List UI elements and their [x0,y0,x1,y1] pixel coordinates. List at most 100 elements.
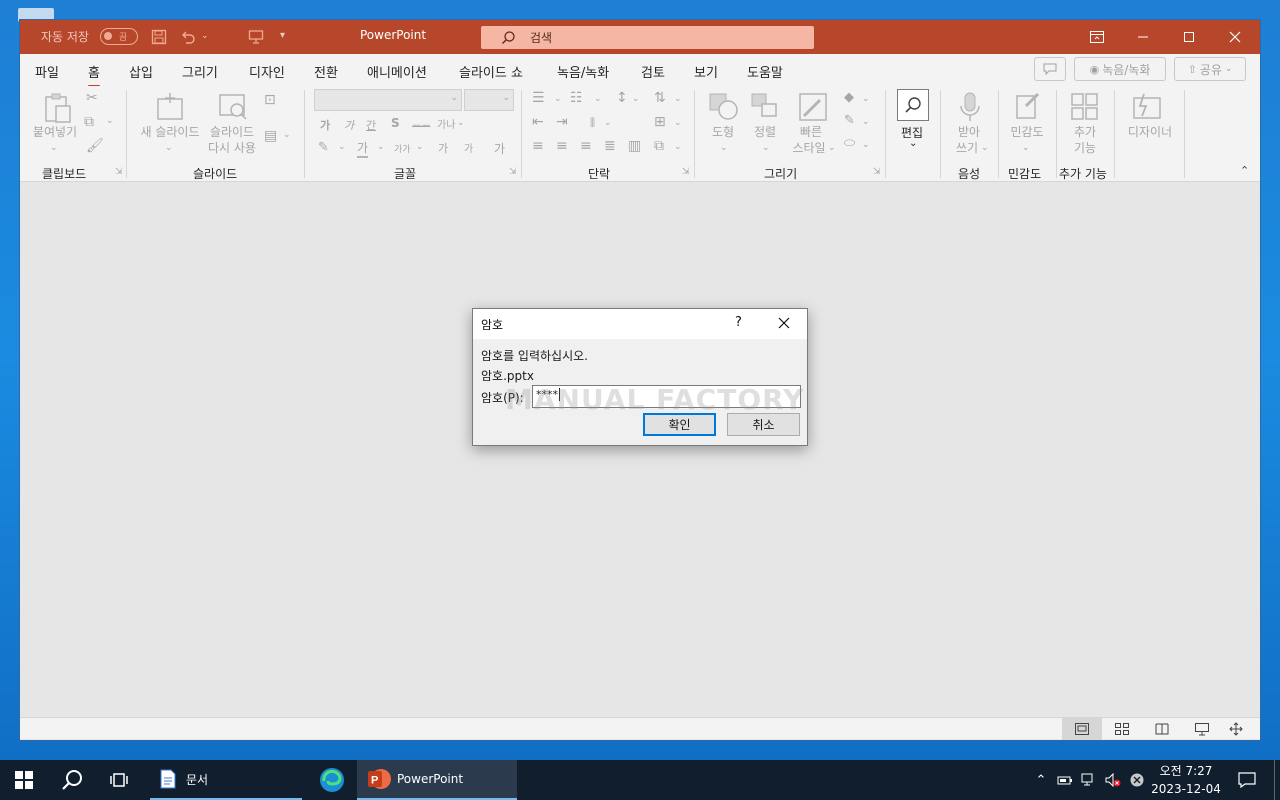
find-button[interactable] [897,89,929,121]
section-dropdown-icon[interactable]: ⌄ [283,130,291,140]
italic-button[interactable]: 가 [344,117,354,133]
paste-icon[interactable] [42,92,74,124]
shape-fill-icon[interactable]: ◆ [844,90,854,105]
underline-button[interactable]: 간 [366,117,376,133]
close-button[interactable] [1212,20,1258,54]
dictate-label-1[interactable]: 받아 [954,124,984,140]
reuse-slides-icon[interactable] [218,92,250,122]
strikethrough-button[interactable]: ᅲᅲ [412,117,430,132]
dialog-launcher-icon[interactable]: ⇲ [682,167,690,177]
chevron-down-icon[interactable]: ⌄ [554,94,562,104]
customize-toolbar-icon[interactable]: ▾ [280,30,285,41]
shape-effects-icon[interactable]: ⬭ [844,136,855,151]
font-size-select[interactable]: ⌄ [464,89,514,111]
chevron-down-icon[interactable]: ⌄ [674,118,682,128]
tab-file[interactable]: 파일 [35,62,59,81]
chevron-down-icon[interactable]: ⌄ [594,94,602,104]
paste-dropdown-icon[interactable]: ⌄ [50,140,58,156]
dialog-launcher-icon[interactable]: ⇲ [873,167,881,177]
chevron-down-icon[interactable]: ⌄ [457,118,465,128]
format-painter-icon[interactable]: 🖌 [86,138,104,154]
numbering-icon[interactable]: ☷ [570,90,583,106]
chevron-down-icon[interactable]: ⌄ [762,140,770,156]
dialog-launcher-icon[interactable]: ⇲ [509,167,517,177]
add-ins-icon[interactable] [1070,92,1100,122]
chevron-down-icon[interactable]: ⌄ [720,140,728,156]
add-ins-label-1[interactable]: 추가 [1070,124,1100,140]
shadow-button[interactable]: S [391,116,400,130]
undo-dropdown-icon[interactable]: ⌄ [201,31,209,41]
ribbon-display-icon[interactable] [1074,20,1120,54]
notification-x-icon[interactable] [1126,760,1148,800]
battery-icon[interactable] [1054,760,1076,800]
chevron-down-icon[interactable]: ⌄ [1022,140,1030,156]
tab-help[interactable]: 도움말 [747,62,783,81]
normal-view-icon[interactable] [1062,718,1102,740]
record-button[interactable]: ◉ 녹음/녹화 [1074,57,1166,81]
increase-indent-icon[interactable]: ⇥ [556,114,568,130]
presentation-icon[interactable] [248,29,264,45]
comments-button[interactable] [1034,57,1066,81]
designer-label[interactable]: 디자이너 [1120,124,1180,140]
font-color-button[interactable]: 가 [357,139,369,158]
password-input[interactable]: **** [532,385,801,408]
quick-styles-label-1[interactable]: 빠른 [790,124,832,140]
designer-icon[interactable] [1132,92,1164,122]
align-center-icon[interactable]: ≡ [556,138,568,154]
chevron-down-icon[interactable]: ⌄ [981,140,989,156]
microphone-icon[interactable] [958,92,982,124]
paste-label[interactable]: 붙여넣기 [30,124,80,140]
sensitivity-label[interactable]: 민감도 [1006,124,1048,140]
close-icon[interactable] [778,317,790,329]
start-button[interactable] [12,760,36,800]
columns-icon[interactable]: ⫼ [590,116,595,130]
change-case-button[interactable]: 가가 [394,142,411,155]
copy-icon[interactable]: ⧉ [84,114,94,130]
taskbar-item-edge[interactable] [318,760,346,800]
layout-icon[interactable]: ⊡ [264,92,276,108]
tab-review[interactable]: 검토 [641,62,665,81]
tab-draw[interactable]: 그리기 [182,62,218,81]
search-button[interactable] [60,760,84,800]
sensitivity-icon[interactable] [1014,92,1042,122]
chevron-down-icon[interactable]: ⌄ [828,140,836,156]
text-direction-icon[interactable]: ⇅ [654,90,666,106]
tab-home[interactable]: 홈 [88,62,100,88]
chevron-down-icon[interactable]: ⌄ [416,142,424,152]
chevron-down-icon[interactable]: ⌄ [377,142,385,152]
autosave-toggle[interactable]: 끔 [100,28,138,45]
section-icon[interactable]: ▤ [264,128,277,144]
new-slide-icon[interactable] [154,92,186,122]
show-desktop-button[interactable] [1274,760,1280,800]
tab-design[interactable]: 디자인 [249,62,285,81]
shape-outline-icon[interactable]: ✎ [844,113,855,128]
cancel-button[interactable]: 취소 [727,413,800,436]
show-hidden-icons[interactable]: ⌃ [1030,760,1052,800]
slide-sorter-icon[interactable] [1102,718,1142,740]
chevron-down-icon[interactable]: ⌄ [674,94,682,104]
decrease-indent-icon[interactable]: ⇤ [532,114,544,130]
align-right-icon[interactable]: ≡ [580,138,592,154]
bullets-icon[interactable]: ☰ [532,90,545,106]
search-box[interactable]: 검색 [481,26,814,49]
bold-button[interactable]: 가 [320,117,330,133]
chevron-down-icon[interactable]: ⌄ [674,142,682,152]
dialog-launcher-icon[interactable]: ⇲ [115,167,123,177]
cut-icon[interactable]: ✂ [86,90,98,106]
chevron-down-icon[interactable]: ⌄ [338,142,346,152]
chevron-down-icon[interactable]: ⌄ [632,94,640,104]
minimize-button[interactable] [1120,20,1166,54]
highlight-icon[interactable]: ✎ [318,140,329,155]
shapes-label[interactable]: 도형 [708,124,738,140]
collapse-ribbon-icon[interactable]: ⌃ [1240,164,1249,177]
font-name-select[interactable]: ⌄ [314,89,462,111]
chevron-down-icon[interactable]: ⌄ [862,140,870,150]
copy-dropdown-icon[interactable]: ⌄ [106,116,114,126]
shapes-icon[interactable] [708,92,740,122]
help-button[interactable]: ? [735,315,742,330]
maximize-button[interactable] [1166,20,1212,54]
chevron-down-icon[interactable]: ⌄ [909,138,917,149]
fit-to-window-icon[interactable] [1216,718,1256,740]
chevron-down-icon[interactable]: ⌄ [862,117,870,127]
chevron-down-icon[interactable]: ⌄ [862,94,870,104]
